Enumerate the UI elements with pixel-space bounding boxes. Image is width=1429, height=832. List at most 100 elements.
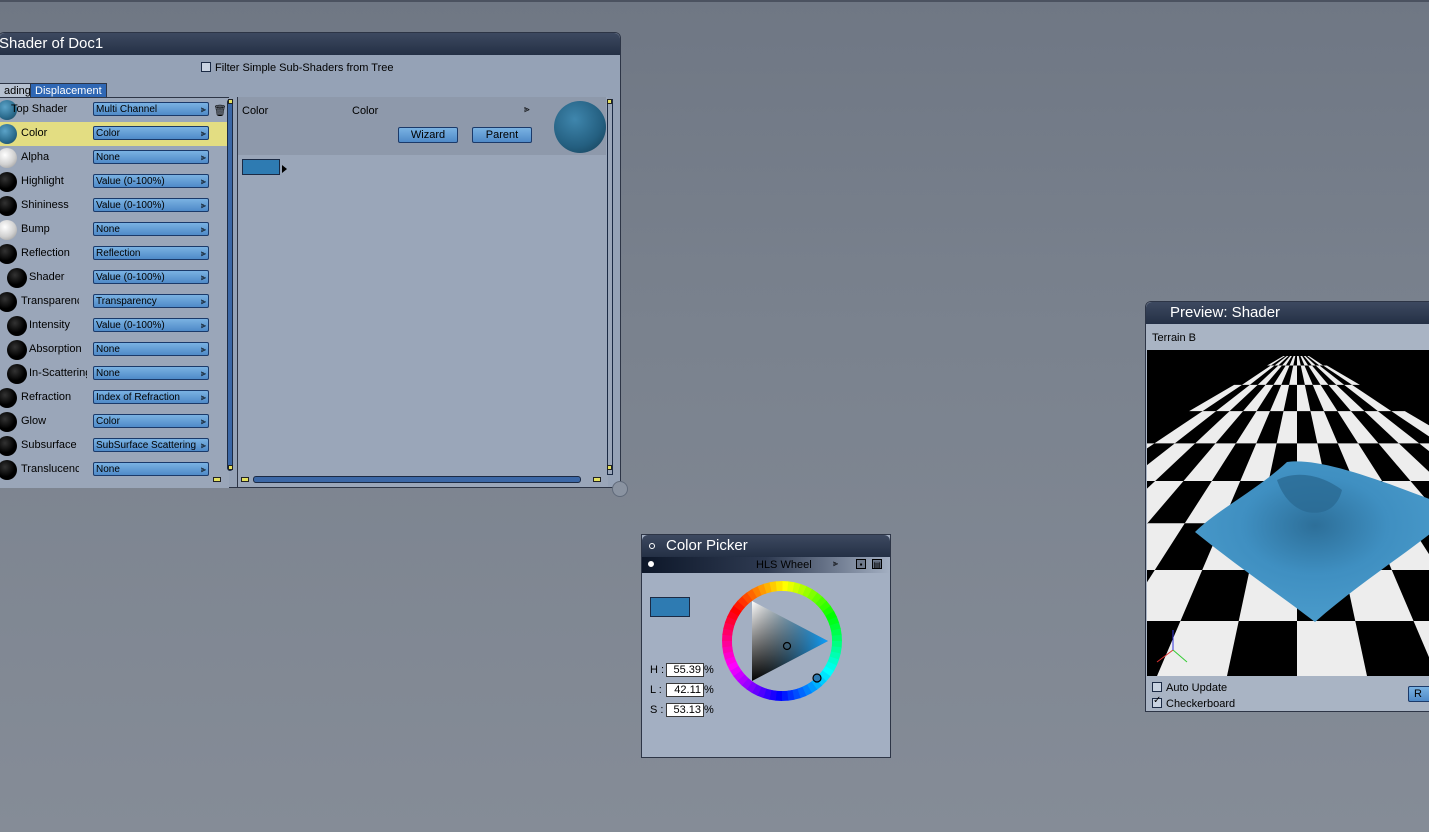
shader-tree-row[interactable]: Reflection Reflection ⫸: [0, 242, 227, 266]
shader-channel-label: Color: [21, 127, 48, 139]
chevron-down-icon[interactable]: ⫸: [201, 295, 206, 307]
shader-type-select[interactable]: None ⫸: [93, 366, 209, 380]
shader-tree-row[interactable]: Shininess Value (0-100%) ⫸: [0, 194, 227, 218]
shader-type-select[interactable]: None ⫸: [93, 342, 209, 356]
shader-type-select[interactable]: Color ⫸: [93, 414, 209, 428]
shader-tree-row[interactable]: Shader Value (0-100%) ⫸: [0, 266, 227, 290]
render-button[interactable]: R: [1408, 686, 1429, 702]
saturation-input[interactable]: 53.13: [666, 703, 704, 717]
scroll-arrow-icon[interactable]: [593, 477, 601, 482]
chevron-down-icon[interactable]: ⫸: [201, 367, 206, 379]
shader-type-select[interactable]: None ⫸: [93, 462, 209, 476]
detail-scrollbar[interactable]: [607, 99, 613, 475]
shader-tree-row[interactable]: Refraction Index of Refraction ⫸: [0, 386, 227, 410]
picker-mode-select[interactable]: HLS Wheel: [756, 559, 812, 571]
hue-marker: [812, 673, 822, 683]
chevron-down-icon[interactable]: ⫸: [201, 271, 206, 283]
shader-type-select[interactable]: Value (0-100%) ⫸: [93, 174, 209, 188]
shader-type-select[interactable]: SubSurface Scattering ⫸: [93, 438, 209, 452]
shader-tree-row[interactable]: Glow Color ⫸: [0, 410, 227, 434]
type-label[interactable]: Color: [352, 105, 378, 117]
shader-type-select[interactable]: Value (0-100%) ⫸: [93, 198, 209, 212]
chevron-down-icon[interactable]: ⫸: [201, 415, 206, 427]
screen-top-border: [0, 0, 1429, 2]
trash-icon[interactable]: 🗑: [213, 104, 227, 117]
hue-field[interactable]: H :55.39%: [650, 663, 714, 677]
shader-tree-row[interactable]: Intensity Value (0-100%) ⫸: [0, 314, 227, 338]
shader-tree-row[interactable]: Color Color ⫸: [0, 122, 227, 146]
scroll-arrow-icon[interactable]: [241, 477, 249, 482]
shader-type-select[interactable]: Reflection ⫸: [93, 246, 209, 260]
shader-channel-label: Shininess: [21, 199, 69, 211]
shader-ball-icon: [0, 460, 17, 480]
window-menu-icon[interactable]: [649, 543, 655, 549]
scroll-arrow-icon[interactable]: [607, 465, 612, 470]
preview-titlebar[interactable]: Preview: Shader: [1146, 302, 1429, 324]
checkerboard-option[interactable]: Checkerboard: [1152, 695, 1235, 710]
scroll-arrow-icon[interactable]: [228, 465, 233, 470]
lightness-input[interactable]: 42.11: [666, 683, 704, 697]
shader-tree-row[interactable]: In-Scattering None ⫸: [0, 362, 227, 386]
tree-scrollbar[interactable]: [227, 99, 233, 471]
mode-dot-icon[interactable]: [648, 561, 654, 567]
chevron-down-icon[interactable]: ⫸: [201, 391, 206, 403]
chevron-down-icon[interactable]: ⫸: [201, 223, 206, 235]
shader-tree-row[interactable]: Translucency None⫸: [0, 458, 227, 482]
shader-type-select[interactable]: Index of Refraction ⫸: [93, 390, 209, 404]
checkerboard-checkbox[interactable]: [1152, 695, 1162, 709]
shader-type-select[interactable]: Multi Channel ⫸: [93, 102, 209, 116]
chevron-down-icon[interactable]: ⫸: [201, 127, 206, 139]
scroll-arrow-icon[interactable]: [213, 477, 221, 482]
shader-window-titlebar[interactable]: Shader of Doc1: [0, 33, 620, 55]
chevron-down-icon[interactable]: ⫸: [201, 175, 206, 187]
shader-tree-row[interactable]: Subsurface S SubSurface Scattering⫸: [0, 434, 227, 458]
shader-tree-row[interactable]: Absorption None ⫸: [0, 338, 227, 362]
tab-displacement[interactable]: Displacement: [30, 83, 107, 98]
chevron-down-icon[interactable]: ⫸: [201, 247, 206, 259]
lightness-field[interactable]: L :42.11%: [650, 683, 714, 697]
shader-tree-row[interactable]: Top Shader Multi Channel ⫸ 🗑: [0, 98, 227, 122]
filter-simple-subshaders-option[interactable]: Filter Simple Sub-Shaders from Tree: [201, 62, 394, 74]
wizard-button[interactable]: Wizard: [398, 127, 458, 143]
shader-tree-row[interactable]: Transparency Transparency⫸: [0, 290, 227, 314]
shader-ball-icon: [7, 268, 27, 288]
hue-input[interactable]: 55.39: [666, 663, 704, 677]
shader-type-select[interactable]: Value (0-100%) ⫸: [93, 318, 209, 332]
chevron-down-icon[interactable]: ⫸: [524, 104, 530, 115]
chevron-down-icon[interactable]: ⫸: [201, 199, 206, 211]
chevron-down-icon[interactable]: ⫸: [201, 151, 206, 163]
preview-window: Preview: Shader Terrain B Auto Update Ch…: [1145, 301, 1429, 712]
color-swatch[interactable]: [242, 159, 280, 175]
scroll-arrow-icon[interactable]: [228, 99, 233, 104]
color-picker-titlebar[interactable]: Color Picker: [642, 535, 890, 557]
scroll-arrow-icon[interactable]: [607, 99, 612, 104]
chevron-down-icon[interactable]: ⫸: [201, 463, 206, 475]
chevron-down-icon[interactable]: ⫸: [833, 558, 838, 569]
shader-type-select[interactable]: Transparency ⫸: [93, 294, 209, 308]
chevron-down-icon[interactable]: ⫸: [201, 103, 206, 115]
hls-color-wheel[interactable]: [720, 579, 844, 703]
chevron-down-icon[interactable]: ⫸: [201, 343, 206, 355]
swatch-arrow-icon[interactable]: [282, 165, 287, 173]
filter-checkbox[interactable]: [201, 62, 211, 73]
chevron-down-icon[interactable]: ⫸: [201, 319, 206, 331]
shader-preview-ball: [554, 101, 606, 153]
resize-handle[interactable]: [612, 481, 628, 497]
detail-horizontal-scrollbar[interactable]: [253, 476, 581, 483]
shader-channel-label: Transparency: [21, 295, 79, 307]
shader-type-select[interactable]: Color ⫸: [93, 126, 209, 140]
saturation-field[interactable]: S :53.13%: [650, 703, 714, 717]
save-icon[interactable]: ▪: [856, 559, 866, 569]
shader-tree-row[interactable]: Highlight Value (0-100%) ⫸: [0, 170, 227, 194]
shader-tree-row[interactable]: Bump None ⫸: [0, 218, 227, 242]
shader-type-select[interactable]: None ⫸: [93, 150, 209, 164]
parent-button[interactable]: Parent: [472, 127, 532, 143]
shader-type-select[interactable]: Value (0-100%) ⫸: [93, 270, 209, 284]
auto-update-option[interactable]: Auto Update: [1152, 682, 1227, 694]
detail-header: Color Color ⫸ Wizard Parent: [238, 97, 606, 155]
auto-update-checkbox[interactable]: [1152, 682, 1162, 693]
shader-type-select[interactable]: None ⫸: [93, 222, 209, 236]
shader-tree-row[interactable]: Alpha None ⫸: [0, 146, 227, 170]
chevron-down-icon[interactable]: ⫸: [201, 439, 206, 451]
print-icon[interactable]: ▤: [872, 559, 882, 569]
